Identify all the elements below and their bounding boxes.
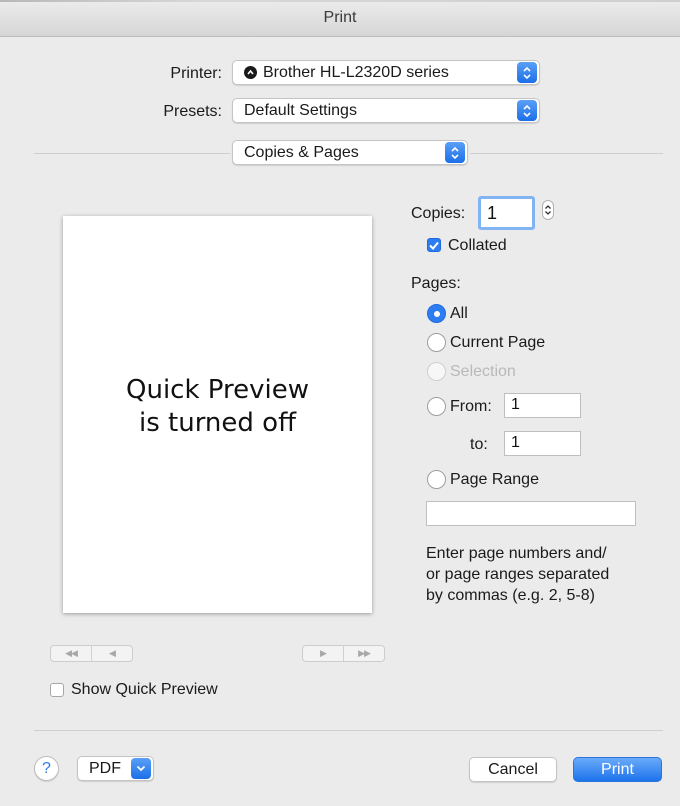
- help-button[interactable]: ?: [34, 756, 59, 781]
- preview-nav-forward-group: ▶ ▶▶: [302, 645, 385, 662]
- pages-current-label: Current Page: [450, 334, 546, 351]
- footer-separator: [34, 730, 663, 731]
- pages-to-label: to:: [470, 436, 488, 453]
- pages-all-radio[interactable]: [427, 304, 446, 323]
- last-page-button[interactable]: ▶▶: [343, 646, 384, 661]
- separator-right: [470, 153, 663, 154]
- next-page-button[interactable]: ▶: [303, 646, 343, 661]
- preview-message-line2: is turned off: [138, 408, 296, 438]
- preview-message-line1: Quick Preview: [126, 375, 309, 405]
- pages-current-radio[interactable]: [427, 333, 446, 352]
- cancel-button[interactable]: Cancel: [469, 757, 557, 782]
- show-quick-preview-checkbox[interactable]: [50, 683, 64, 697]
- window-title: Print: [323, 9, 357, 26]
- pages-from-radio[interactable]: [427, 397, 446, 416]
- section-popup[interactable]: Copies & Pages: [232, 140, 468, 165]
- separator-left: [34, 153, 230, 154]
- printer-chevron-icon: [517, 62, 537, 83]
- printer-popup[interactable]: Brother HL-L2320D series: [232, 60, 540, 85]
- page-range-hint-line1: Enter page numbers and/: [426, 545, 607, 562]
- checkmark-icon: [429, 241, 439, 250]
- page-range-hint: Enter page numbers and/ or page ranges s…: [426, 543, 666, 606]
- printer-status-icon: [244, 66, 257, 79]
- previous-page-button[interactable]: ◀: [91, 646, 132, 661]
- preview-nav-back-group: ◀◀ ◀: [50, 645, 133, 662]
- copies-stepper[interactable]: [542, 200, 554, 220]
- copies-label: Copies:: [411, 205, 466, 222]
- pages-all-label: All: [450, 305, 468, 322]
- page-range-input[interactable]: [426, 501, 636, 526]
- page-range-hint-line3: by commas (e.g. 2, 5-8): [426, 587, 595, 604]
- pages-to-input[interactable]: 1: [504, 431, 581, 456]
- pdf-chevron-down-icon: [131, 758, 151, 779]
- presets-value: Default Settings: [244, 101, 357, 119]
- printer-value: Brother HL-L2320D series: [263, 63, 449, 81]
- pages-range-label: Page Range: [450, 471, 539, 488]
- collated-label: Collated: [448, 237, 507, 254]
- pages-label: Pages:: [411, 275, 461, 292]
- print-preview: Quick Preview is turned off: [63, 216, 372, 613]
- pages-from-input[interactable]: 1: [504, 393, 581, 418]
- presets-chevron-icon: [517, 100, 537, 121]
- collated-checkbox[interactable]: [427, 238, 441, 252]
- first-page-button[interactable]: ◀◀: [51, 646, 91, 661]
- show-quick-preview-label: Show Quick Preview: [71, 681, 218, 698]
- pdf-menu-button[interactable]: PDF: [77, 756, 154, 781]
- presets-label: Presets:: [163, 103, 222, 120]
- copies-input[interactable]: 1: [478, 196, 535, 230]
- printer-label: Printer:: [170, 65, 222, 82]
- pdf-label: PDF: [89, 759, 121, 777]
- title-bar: Print: [0, 0, 680, 37]
- pages-from-label: From:: [450, 398, 492, 415]
- help-icon: ?: [42, 759, 51, 777]
- section-value: Copies & Pages: [244, 143, 359, 161]
- section-chevron-icon: [445, 142, 465, 163]
- presets-popup[interactable]: Default Settings: [232, 98, 540, 123]
- title-bar-highlight: [0, 0, 680, 2]
- pages-selection-label: Selection: [450, 363, 516, 380]
- page-range-hint-line2: or page ranges separated: [426, 566, 610, 583]
- print-button[interactable]: Print: [573, 757, 662, 782]
- pages-selection-radio: [427, 362, 446, 381]
- pages-range-radio[interactable]: [427, 470, 446, 489]
